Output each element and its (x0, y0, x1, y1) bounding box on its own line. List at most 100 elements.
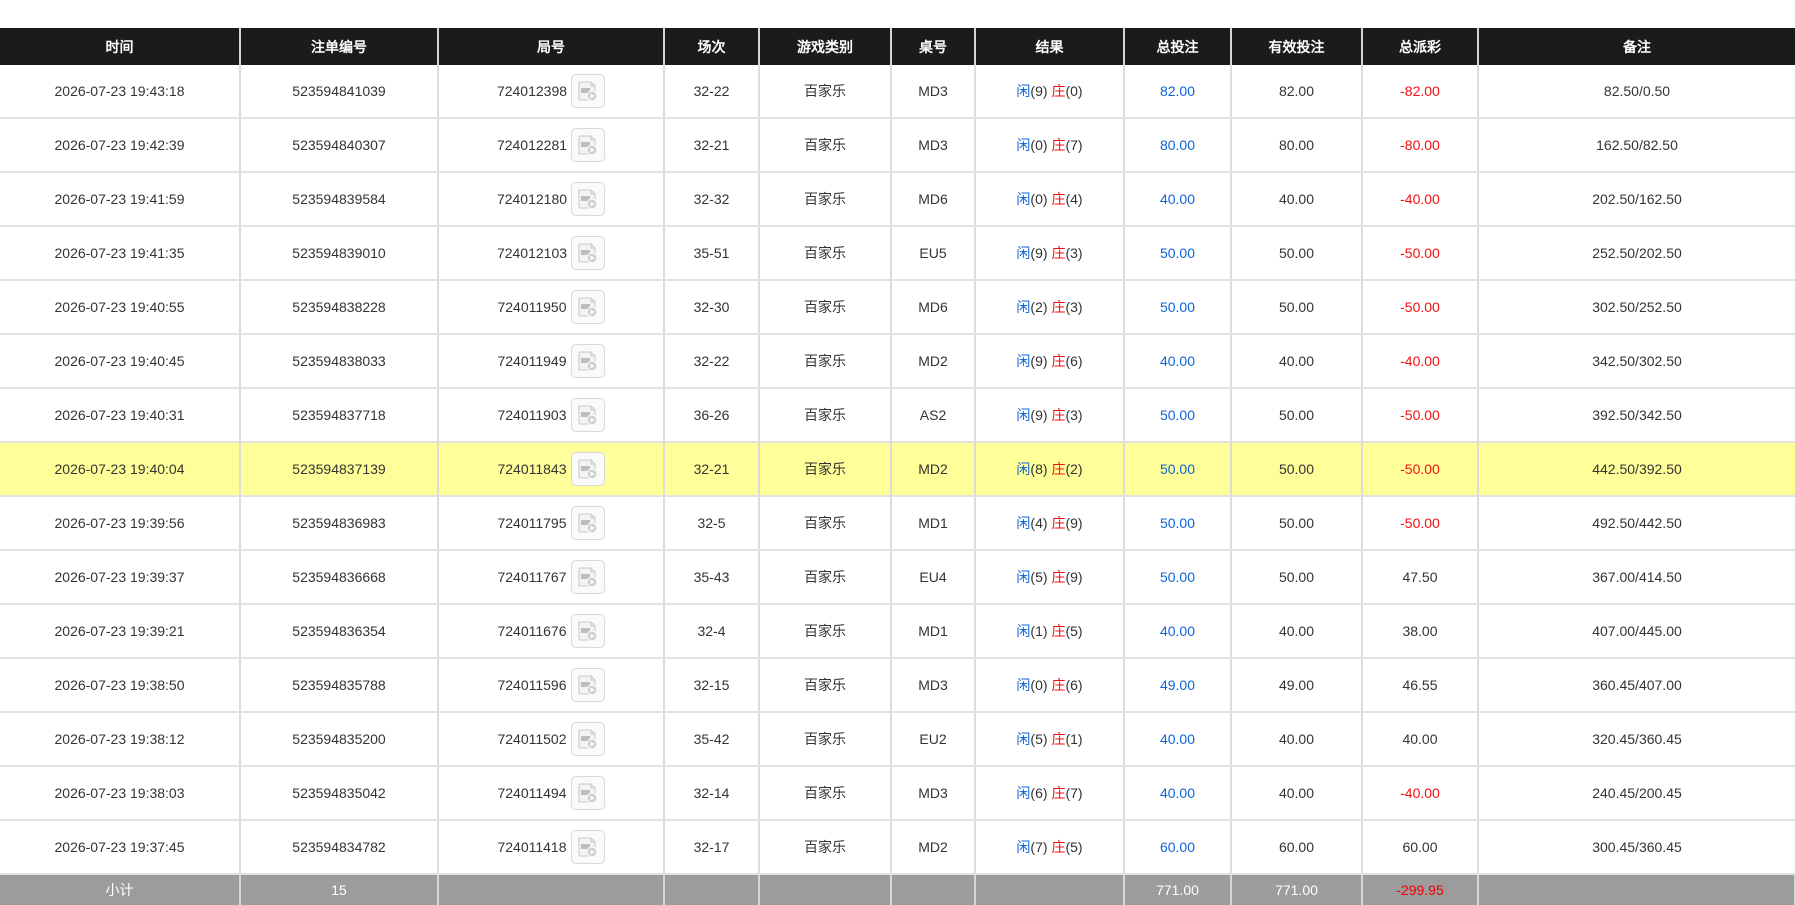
cell-time: 2026-07-23 19:40:55 (0, 280, 241, 335)
table-row: 2026-07-23 19:39:21 523594836354 724011676… (0, 604, 1795, 659)
cell-bet-number: 523594839584 (240, 172, 439, 227)
subtotal-empty (759, 874, 892, 905)
cell-remark: 342.50/302.50 (1478, 334, 1795, 389)
round-number-text: 724011502 (497, 731, 567, 747)
subtotal-payout: -299.95 (1362, 874, 1479, 905)
cell-result: 闲(7) 庄(5) (975, 820, 1125, 875)
cell-valid-bet: 50.00 (1231, 388, 1363, 443)
video-replay-icon[interactable] (570, 398, 605, 432)
video-replay-icon[interactable] (570, 452, 605, 486)
video-replay-icon[interactable] (570, 290, 605, 324)
cell-round-number: 724011795 (438, 496, 665, 551)
header-session: 场次 (664, 28, 760, 65)
cell-total-bet: 50.00 (1124, 388, 1232, 443)
cell-bet-number: 523594836354 (240, 604, 439, 659)
cell-payout: -50.00 (1362, 280, 1479, 335)
cell-session: 32-4 (664, 604, 760, 659)
player-score: 9 (1035, 245, 1043, 261)
cell-result: 闲(6) 庄(7) (975, 766, 1125, 821)
cell-game-type: 百家乐 (759, 766, 892, 821)
cell-session: 32-30 (664, 280, 760, 335)
banker-label: 庄 (1051, 461, 1066, 477)
cell-result: 闲(9) 庄(3) (975, 388, 1125, 443)
round-number-text: 724011767 (497, 569, 567, 585)
video-replay-icon[interactable] (570, 344, 605, 378)
cell-round-number: 724011843 (438, 442, 665, 497)
player-label: 闲 (1016, 785, 1031, 801)
cell-result: 闲(0) 庄(6) (975, 658, 1125, 713)
video-replay-icon[interactable] (570, 560, 605, 594)
player-score: 7 (1035, 839, 1043, 855)
subtotal-empty (975, 874, 1125, 905)
round-number-text: 724011795 (497, 515, 567, 531)
player-score: 4 (1035, 515, 1043, 531)
cell-table-number: EU5 (891, 226, 976, 281)
cell-total-bet: 50.00 (1124, 442, 1232, 497)
table-row: 2026-07-23 19:40:04 523594837139 724011843… (0, 442, 1795, 497)
cell-payout: -50.00 (1362, 442, 1479, 497)
cell-result: 闲(4) 庄(9) (975, 496, 1125, 551)
player-label: 闲 (1016, 677, 1031, 693)
video-replay-icon[interactable] (570, 776, 605, 810)
subtotal-row: 小计 15 771.00 771.00 -299.95 (0, 874, 1795, 905)
header-time: 时间 (0, 28, 241, 65)
cell-bet-number: 523594840307 (240, 118, 439, 173)
cell-round-number: 724012103 (438, 226, 665, 281)
player-label: 闲 (1016, 245, 1031, 261)
cell-round-number: 724011418 (438, 820, 665, 875)
cell-game-type: 百家乐 (759, 388, 892, 443)
cell-remark: 162.50/82.50 (1478, 118, 1795, 173)
cell-bet-number: 523594837139 (240, 442, 439, 497)
cell-result: 闲(1) 庄(5) (975, 604, 1125, 659)
table-row: 2026-07-23 19:40:55 523594838228 724011950… (0, 280, 1795, 335)
cell-remark: 367.00/414.50 (1478, 550, 1795, 605)
cell-round-number: 724012180 (438, 172, 665, 227)
banker-label: 庄 (1051, 245, 1066, 261)
player-label: 闲 (1016, 569, 1031, 585)
video-replay-icon[interactable] (571, 128, 606, 162)
round-number-text: 724011676 (497, 623, 567, 639)
video-replay-icon[interactable] (570, 506, 605, 540)
player-label: 闲 (1016, 461, 1031, 477)
cell-time: 2026-07-23 19:39:56 (0, 496, 241, 551)
table-row: 2026-07-23 19:43:18 523594841039 724012398… (0, 65, 1795, 119)
video-replay-icon[interactable] (571, 236, 606, 270)
video-replay-icon[interactable] (570, 668, 605, 702)
table-row: 2026-07-23 19:39:37 523594836668 724011767… (0, 550, 1795, 605)
video-replay-icon[interactable] (570, 830, 605, 864)
banker-label: 庄 (1051, 83, 1066, 99)
banker-label: 庄 (1051, 407, 1066, 423)
video-replay-icon[interactable] (570, 722, 605, 756)
cell-time: 2026-07-23 19:38:12 (0, 712, 241, 767)
player-score: 5 (1035, 731, 1043, 747)
cell-table-number: MD3 (891, 65, 976, 119)
banker-score: 7 (1070, 785, 1078, 801)
cell-time: 2026-07-23 19:42:39 (0, 118, 241, 173)
cell-bet-number: 523594839010 (240, 226, 439, 281)
subtotal-empty (664, 874, 760, 905)
cell-payout: -50.00 (1362, 388, 1479, 443)
cell-total-bet: 40.00 (1124, 172, 1232, 227)
cell-round-number: 724012281 (438, 118, 665, 173)
banker-label: 庄 (1051, 353, 1066, 369)
video-replay-icon[interactable] (571, 182, 606, 216)
banker-label: 庄 (1051, 677, 1066, 693)
cell-total-bet: 80.00 (1124, 118, 1232, 173)
banker-score: 3 (1070, 407, 1078, 423)
cell-game-type: 百家乐 (759, 118, 892, 173)
player-label: 闲 (1016, 83, 1031, 99)
banker-label: 庄 (1051, 839, 1066, 855)
cell-table-number: MD1 (891, 604, 976, 659)
cell-game-type: 百家乐 (759, 604, 892, 659)
player-score: 2 (1035, 299, 1043, 315)
banker-label: 庄 (1051, 137, 1066, 153)
banker-label: 庄 (1051, 623, 1066, 639)
round-number-text: 724012180 (496, 191, 568, 207)
subtotal-empty (438, 874, 665, 905)
round-number-text: 724011494 (497, 785, 567, 801)
cell-bet-number: 523594834782 (240, 820, 439, 875)
video-replay-icon[interactable] (571, 74, 606, 108)
video-replay-icon[interactable] (570, 614, 605, 648)
cell-round-number: 724011767 (438, 550, 665, 605)
cell-remark: 442.50/392.50 (1478, 442, 1795, 497)
